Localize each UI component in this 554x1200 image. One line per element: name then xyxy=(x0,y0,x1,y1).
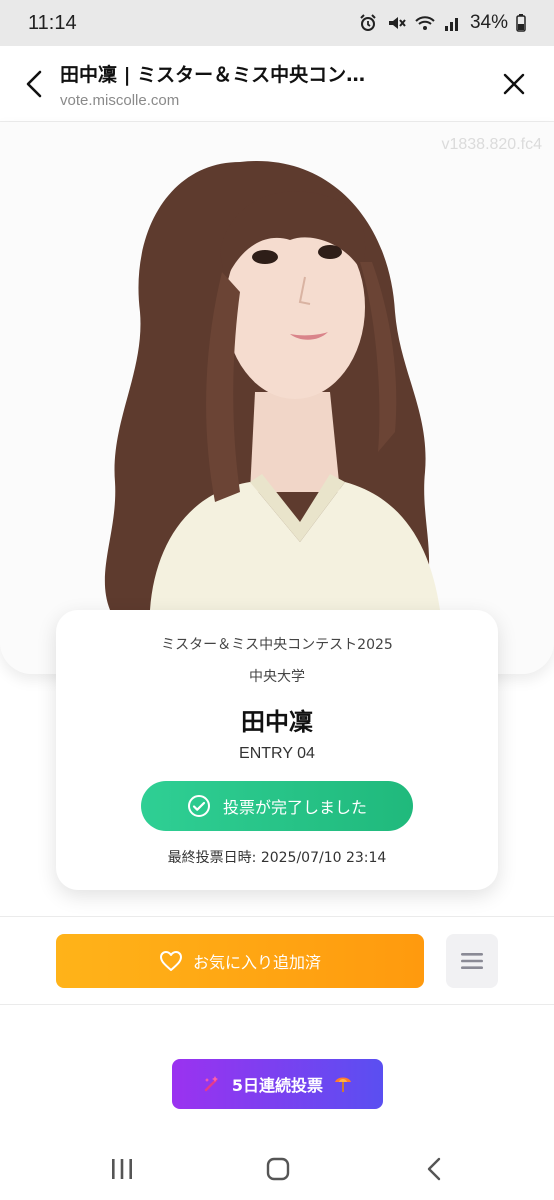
close-button[interactable] xyxy=(494,64,534,104)
sparkle-icon xyxy=(204,1076,218,1092)
streak-label: 5日連続投票 xyxy=(231,1076,324,1095)
chevron-left-icon xyxy=(26,70,42,98)
wifi-icon xyxy=(414,13,436,33)
heart-icon xyxy=(159,951,182,971)
menu-icon xyxy=(461,953,483,969)
mute-icon xyxy=(386,13,406,33)
status-icons: 34% xyxy=(358,12,526,34)
status-bar: 11:14 34% xyxy=(0,0,554,46)
signal-icon xyxy=(444,13,462,33)
screen: 11:14 34% 田中凜 | ミスター＆ミス中央コン… vote.miscol… xyxy=(0,0,554,1200)
watermark: v1838.820.fc4 xyxy=(441,136,542,153)
browser-header: 田中凜 | ミスター＆ミス中央コン… vote.miscolle.com xyxy=(0,46,554,122)
alarm-icon xyxy=(358,13,378,33)
streak-vote-button[interactable]: 5日連続投票 xyxy=(172,1059,383,1109)
entry-number: ENTRY 04 xyxy=(239,745,315,762)
check-circle-icon xyxy=(187,795,210,817)
battery-percent: 34% xyxy=(469,12,508,33)
nav-back-icon[interactable] xyxy=(424,1156,446,1186)
divider xyxy=(0,916,554,917)
menu-button[interactable] xyxy=(446,934,498,988)
android-nav-bar xyxy=(0,1138,554,1200)
gift-icon xyxy=(335,1077,352,1092)
back-button[interactable] xyxy=(16,64,52,104)
divider xyxy=(0,1004,554,1005)
home-icon[interactable] xyxy=(264,1156,292,1186)
last-vote-time: 最終投票日時: 2025/07/10 23:14 xyxy=(167,850,387,866)
portrait-image xyxy=(0,122,554,674)
close-icon xyxy=(503,73,525,95)
battery-icon xyxy=(516,13,526,33)
vote-complete-label: 投票が完了しました xyxy=(222,798,367,817)
candidate-name: 田中凜 xyxy=(241,708,313,736)
status-time: 11:14 xyxy=(28,11,77,34)
page-title: 田中凜 | ミスター＆ミス中央コン… xyxy=(60,64,366,86)
profile-photo: v1838.820.fc4 v1838.820.fc4 xyxy=(0,122,554,674)
recent-apps-icon[interactable] xyxy=(108,1156,136,1186)
page-url: vote.miscolle.com xyxy=(60,92,180,109)
vote-complete-button[interactable]: 投票が完了しました xyxy=(141,781,413,831)
favorite-label: お気に入り追加済 xyxy=(192,953,321,972)
entry-card: ミスター＆ミス中央コンテスト2025 中央大学 田中凜 ENTRY 04 投票が… xyxy=(56,610,498,890)
university-name: 中央大学 xyxy=(249,669,305,685)
contest-name: ミスター＆ミス中央コンテスト2025 xyxy=(161,637,393,653)
favorite-button[interactable]: お気に入り追加済 xyxy=(56,934,424,988)
